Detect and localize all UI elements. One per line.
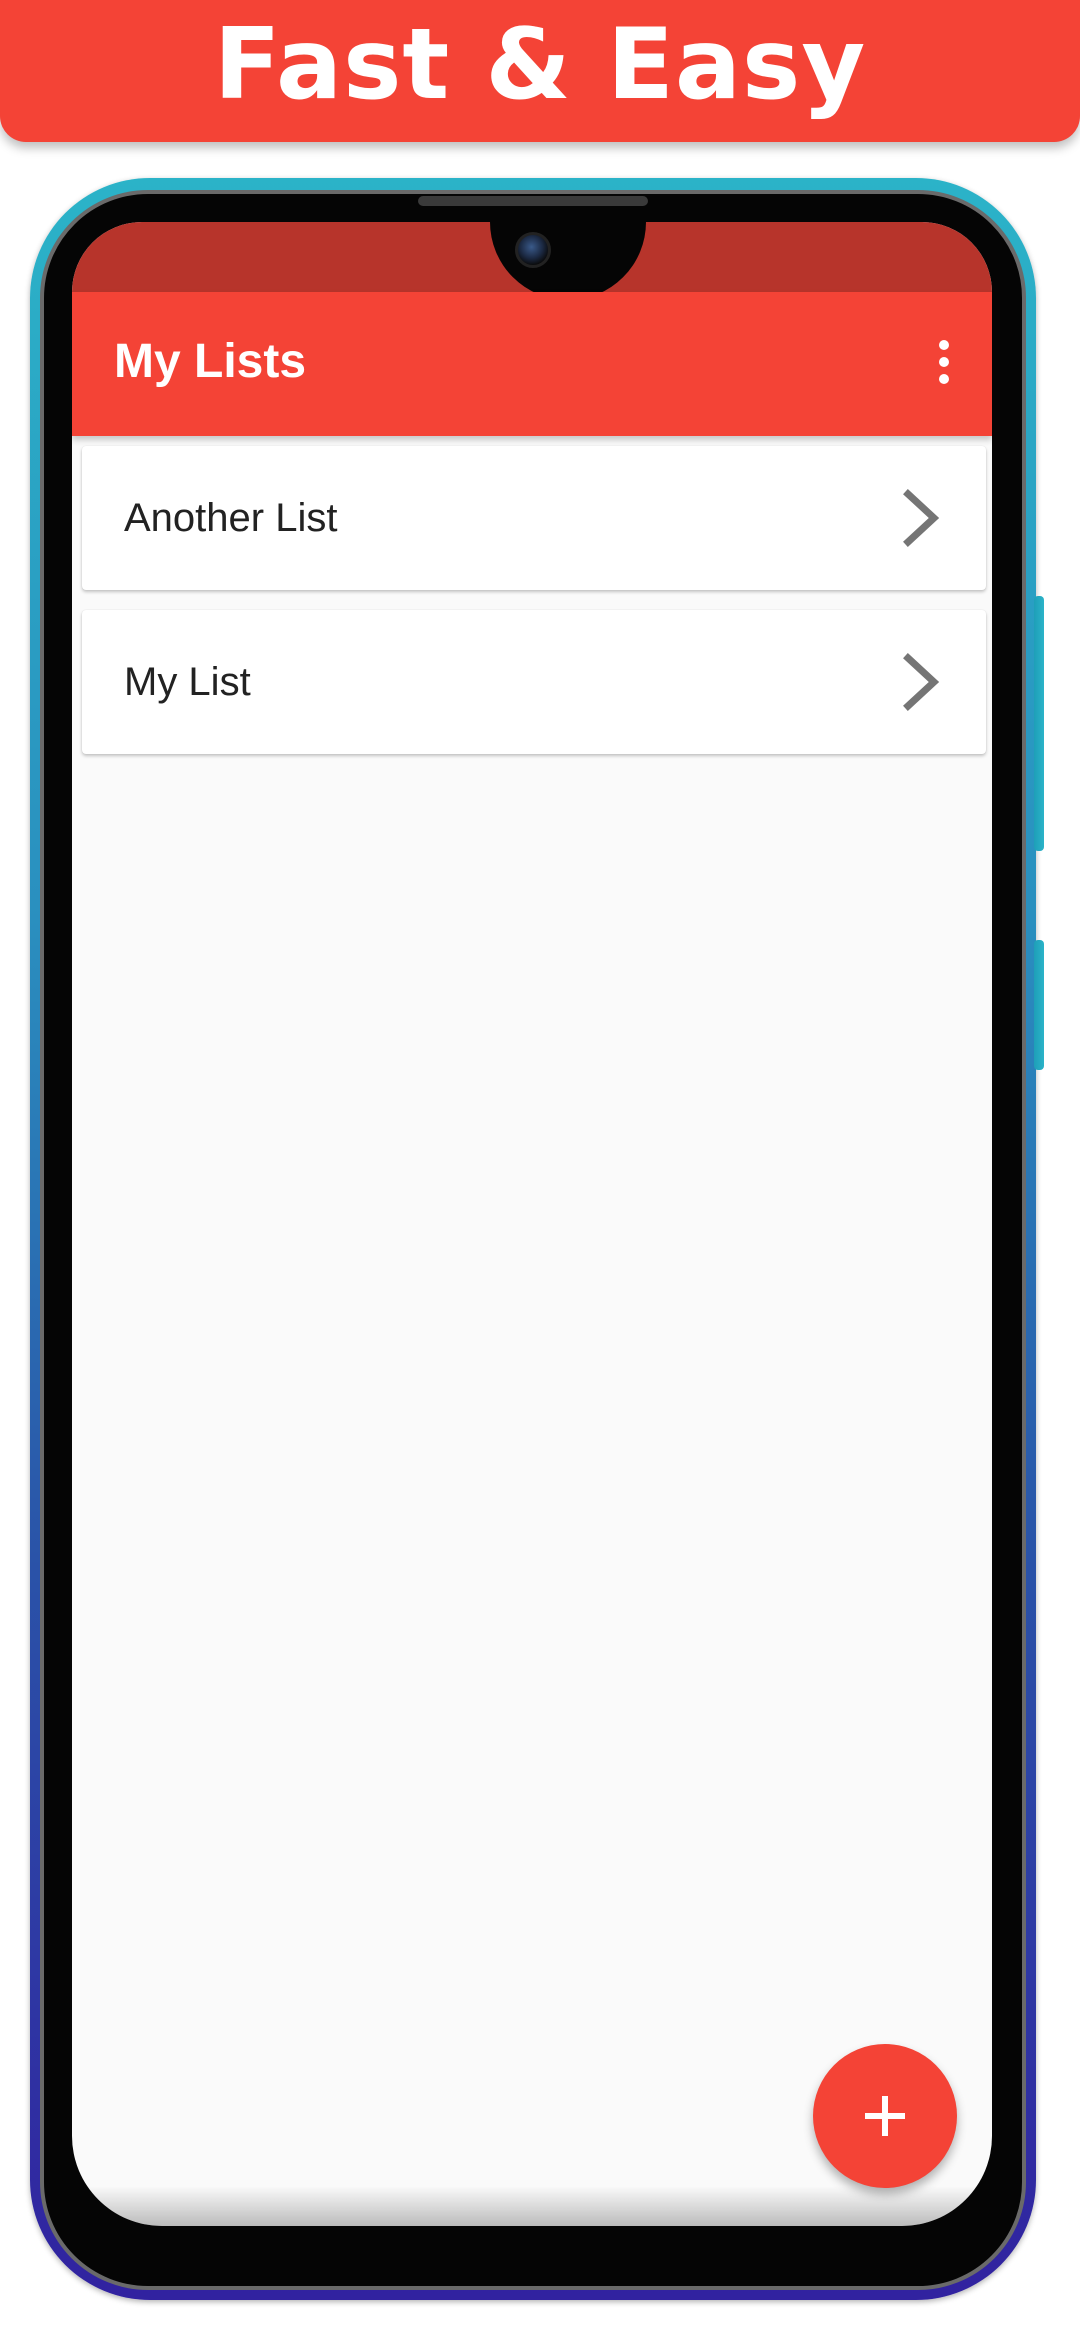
add-icon (865, 2096, 905, 2136)
screen-edge-shadow (72, 2186, 992, 2226)
front-camera-icon (515, 232, 551, 268)
promo-banner: Fast & Easy (0, 0, 1080, 142)
add-list-button[interactable] (813, 2044, 957, 2188)
chevron-right-icon (903, 653, 940, 711)
banner-title: Fast & Easy (213, 8, 867, 122)
list-item-label: My List (124, 659, 251, 704)
list-item[interactable]: My List (82, 610, 986, 754)
phone-screen: My Lists Another List My List (72, 222, 992, 2226)
app-bar: My Lists (72, 292, 992, 436)
phone-volume-button (1034, 596, 1044, 851)
list-item[interactable]: Another List (82, 446, 986, 590)
list-item-label: Another List (124, 495, 338, 540)
phone-power-button (1034, 940, 1044, 1070)
earpiece-speaker (418, 196, 648, 206)
more-vert-icon[interactable] (924, 330, 964, 394)
app-title: My Lists (114, 335, 307, 388)
chevron-right-icon (903, 489, 940, 547)
